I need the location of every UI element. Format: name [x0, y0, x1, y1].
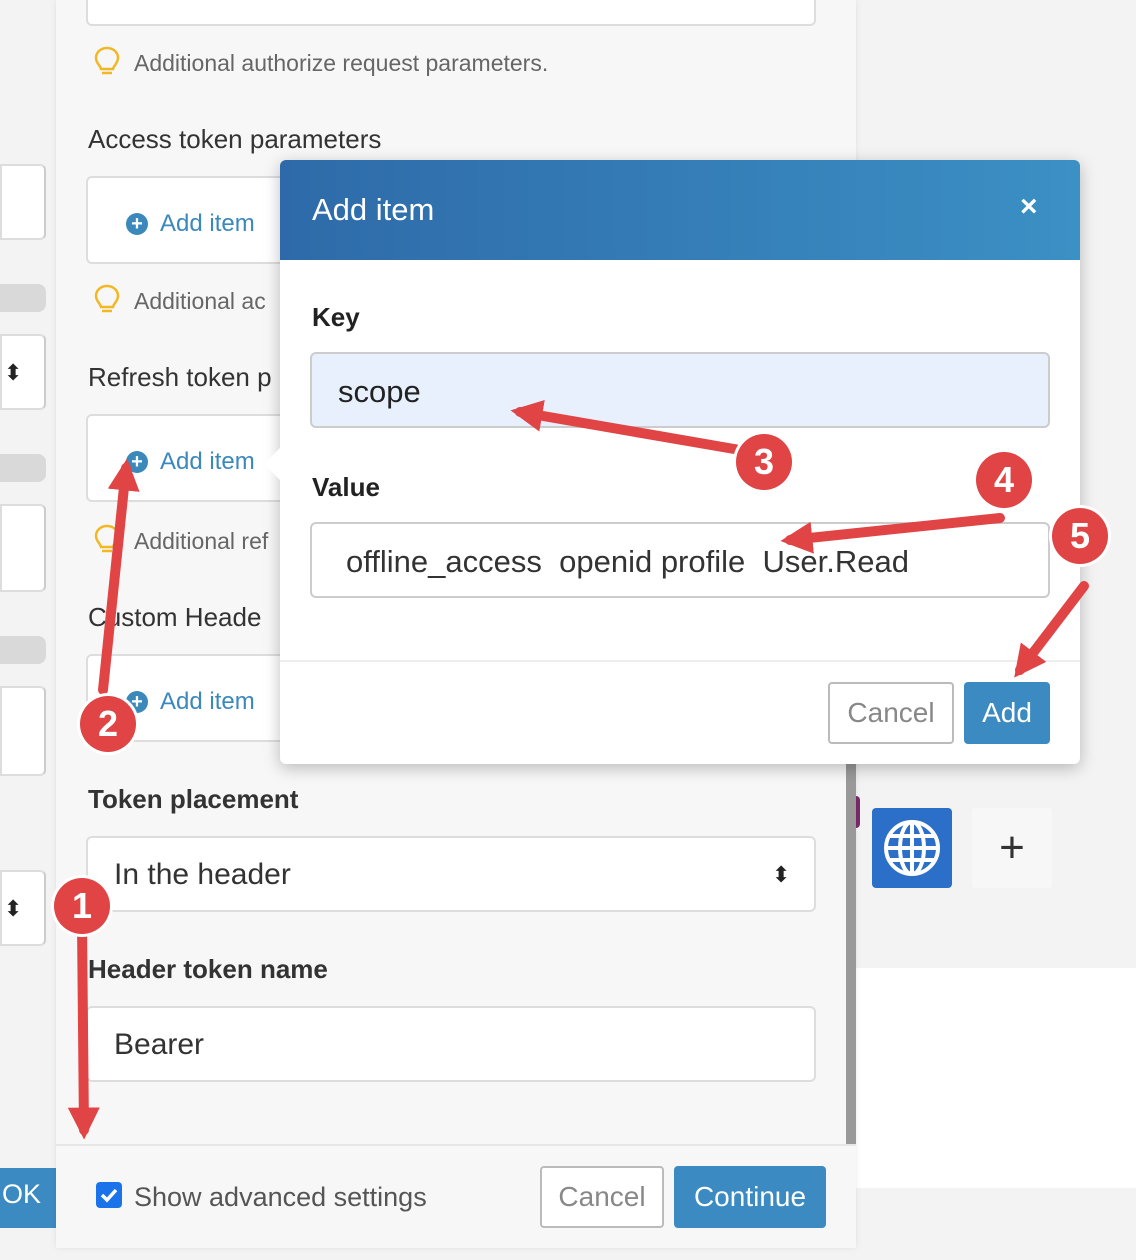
plus-circle-icon: + — [126, 451, 148, 473]
annotation-badge-1: 1 — [54, 878, 110, 934]
refresh-token-label: Refresh token p — [88, 362, 272, 392]
ok-button-label: OK — [2, 1179, 42, 1209]
annotation-badge-2: 2 — [80, 696, 136, 752]
continue-button[interactable]: Continue — [674, 1166, 826, 1228]
background-field — [0, 686, 46, 776]
custom-headers-label: Custom Heade — [88, 602, 262, 632]
dialog-title: Add item — [312, 192, 435, 227]
ok-button[interactable]: OK — [0, 1168, 56, 1228]
background-canvas — [856, 968, 1136, 1188]
authorize-parameters-box[interactable] — [86, 0, 816, 26]
key-input-value: scope — [338, 374, 421, 409]
token-placement-value: In the header — [114, 858, 291, 891]
background-select[interactable]: ⬍ — [0, 334, 46, 410]
background-toggle — [0, 636, 46, 664]
background-toggle — [0, 454, 46, 482]
token-placement-label: Token placement — [88, 784, 299, 814]
dialog-pointer — [264, 446, 282, 482]
background-field — [0, 504, 46, 592]
dialog-add-button[interactable]: Add — [964, 682, 1050, 744]
sort-arrows-icon: ⬍ — [4, 360, 23, 385]
value-input-value: offline_access openid profile User.Read — [346, 544, 909, 579]
add-item-label: Add item — [160, 688, 255, 715]
lightbulb-icon — [94, 46, 120, 75]
background-select[interactable]: ⬍ — [0, 870, 46, 946]
add-item-label: Add item — [160, 448, 255, 475]
dialog-header: Add item × — [280, 160, 1080, 260]
check-icon — [100, 1188, 118, 1203]
background-toggle — [0, 284, 46, 312]
lightbulb-icon — [94, 284, 120, 313]
cancel-button[interactable]: Cancel — [540, 1166, 664, 1228]
annotation-badge-5: 5 — [1052, 508, 1108, 564]
header-token-name-label: Header token name — [88, 954, 328, 984]
footer-divider — [56, 1144, 856, 1146]
key-label: Key — [312, 302, 360, 332]
token-placement-select[interactable]: In the header ⬍ — [86, 836, 816, 912]
access-token-parameters-label: Access token parameters — [88, 124, 382, 154]
add-item-link-refresh[interactable]: + Add item — [126, 448, 255, 476]
http-module-tile[interactable] — [872, 808, 952, 888]
add-item-link-access[interactable]: + Add item — [126, 210, 255, 238]
add-item-dialog: Add item × Key scope Value offline_acces… — [280, 160, 1080, 764]
plus-icon: + — [999, 823, 1025, 872]
access-hint: Additional ac — [134, 288, 266, 314]
show-advanced-label[interactable]: Show advanced settings — [134, 1182, 427, 1213]
value-input[interactable]: offline_access openid profile User.Read — [310, 522, 1050, 598]
add-item-label: Add item — [160, 210, 255, 237]
plus-circle-icon: + — [126, 213, 148, 235]
lightbulb-icon — [94, 524, 120, 553]
sort-arrows-icon: ⬍ — [4, 896, 23, 921]
annotation-badge-4: 4 — [976, 452, 1032, 508]
annotation-badge-3: 3 — [736, 434, 792, 490]
dialog-cancel-button[interactable]: Cancel — [828, 682, 954, 744]
add-module-button[interactable]: + — [972, 808, 1052, 888]
panel-scrollbar[interactable] — [846, 764, 856, 1144]
show-advanced-checkbox[interactable] — [96, 1182, 122, 1208]
authorize-hint: Additional authorize request parameters. — [134, 50, 549, 76]
add-item-link-headers[interactable]: + Add item — [126, 688, 255, 716]
select-arrows-icon: ⬍ — [772, 862, 791, 887]
globe-icon — [884, 820, 940, 876]
key-input[interactable]: scope — [310, 352, 1050, 428]
dialog-footer-divider — [280, 660, 1080, 662]
close-icon[interactable]: × — [1020, 190, 1038, 224]
header-token-name-value: Bearer — [114, 1028, 205, 1061]
background-field — [0, 164, 46, 240]
refresh-hint: Additional ref — [134, 528, 269, 554]
header-token-name-input[interactable]: Bearer — [86, 1006, 816, 1082]
value-label: Value — [312, 472, 380, 502]
